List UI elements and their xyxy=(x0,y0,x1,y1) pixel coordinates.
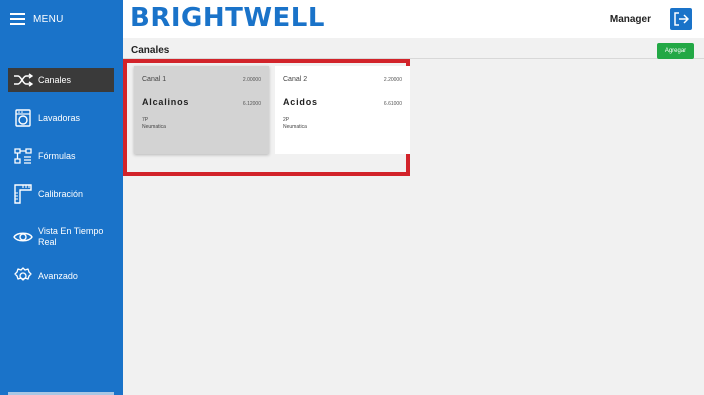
page-title: Canales xyxy=(131,45,170,56)
header: BRIGHTWELL Manager xyxy=(123,0,704,38)
sidebar-item-canales[interactable]: Canales xyxy=(8,68,114,92)
washer-icon xyxy=(12,107,34,129)
brand-logo: BRIGHTWELL xyxy=(130,3,325,33)
sidebar-item-vista-en-tiempo-real[interactable]: Vista En Tiempo Real xyxy=(8,222,114,252)
channel-name: Canal 1 xyxy=(142,76,167,83)
ruler-icon xyxy=(12,183,34,205)
hamburger-icon xyxy=(10,13,25,25)
add-button[interactable]: Agregar xyxy=(657,43,694,59)
sidebar-item-label: Avanzado xyxy=(38,270,78,281)
channel-value-2: 6.12000 xyxy=(242,101,261,107)
sidebar: MENU Canales Lavadoras Fórmulas Calibrac… xyxy=(0,0,123,395)
channel-type: Alcalinos xyxy=(142,97,190,107)
sidebar-item-label: Calibración xyxy=(38,188,84,199)
logout-icon xyxy=(674,12,689,26)
channel-code: 7P xyxy=(142,117,149,123)
channel-code: 2P xyxy=(283,117,290,123)
sidebar-item-label: Vista En Tiempo Real xyxy=(38,226,104,247)
sidebar-item-label: Canales xyxy=(38,74,72,85)
sidebar-item-label: Lavadoras xyxy=(38,112,81,123)
shuffle-icon xyxy=(12,69,34,91)
channel-card[interactable]: Canal 1 2.00000 Alcalinos 6.12000 7P Neu… xyxy=(134,66,269,154)
channel-name: Canal 2 xyxy=(283,76,308,83)
channel-value-1: 2.20000 xyxy=(383,77,402,83)
channel-value-1: 2.00000 xyxy=(242,77,261,83)
channel-kind: Neumatica xyxy=(142,124,166,130)
channel-type: Acidos xyxy=(283,97,318,107)
logout-button[interactable] xyxy=(670,8,692,30)
user-name: Manager xyxy=(609,14,651,25)
sidebar-item-formulas[interactable]: Fórmulas xyxy=(8,144,114,168)
channel-card[interactable]: Canal 2 2.20000 Acidos 6.61000 2P Neumat… xyxy=(275,66,410,154)
gear-icon xyxy=(12,265,34,287)
eye-icon xyxy=(12,226,34,248)
menu-toggle[interactable]: MENU xyxy=(0,0,123,38)
channel-kind: Neumatica xyxy=(283,124,307,130)
formula-icon xyxy=(12,145,34,167)
sidebar-item-label: Fórmulas xyxy=(38,150,76,161)
channel-value-2: 6.61000 xyxy=(383,101,402,107)
menu-label: MENU xyxy=(33,13,64,25)
sidebar-item-lavadoras[interactable]: Lavadoras xyxy=(8,106,114,130)
sidebar-item-avanzado[interactable]: Avanzado xyxy=(8,264,114,288)
sidebar-item-calibracion[interactable]: Calibración xyxy=(8,182,114,206)
